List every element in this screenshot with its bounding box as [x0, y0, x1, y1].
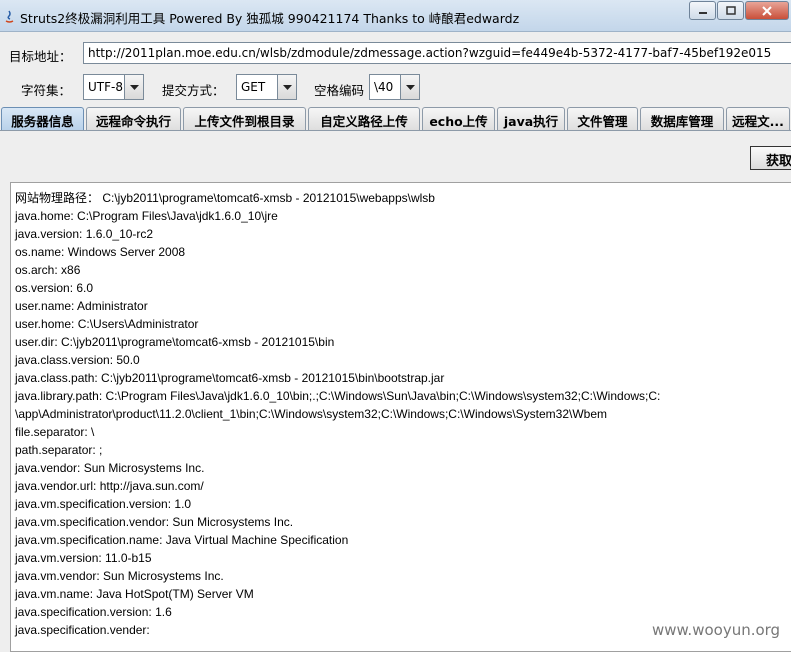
tab-bar: 服务器信息 远程命令执行 上传文件到根目录 自定义路径上传 echo上传 jav… — [0, 107, 791, 130]
charset-value: UTF-8 — [88, 80, 123, 94]
maximize-icon — [725, 6, 736, 15]
method-select[interactable]: GET — [236, 74, 297, 100]
output-line: java.specification.version: 1.6 — [15, 605, 172, 619]
maximize-button[interactable] — [717, 1, 744, 20]
close-button[interactable] — [745, 1, 789, 20]
target-url-input[interactable]: http://2011plan.moe.edu.cn/wlsb/zdmodule… — [83, 42, 791, 64]
output-line: java.vm.specification.vendor: Sun Micros… — [15, 515, 294, 529]
output-line: user.home: C:\Users\Administrator — [15, 317, 199, 331]
tab-java-exec[interactable]: java执行 — [497, 107, 565, 130]
output-line: java.vm.version: 11.0-b15 — [15, 551, 152, 565]
output-line: java.vendor: Sun Microsystems Inc. — [15, 461, 205, 475]
charset-dropdown-button[interactable] — [124, 75, 143, 99]
output-line: path.separator: ; — [15, 443, 103, 457]
chevron-down-icon — [129, 84, 139, 90]
java-app-icon — [5, 10, 14, 23]
close-icon — [762, 5, 772, 16]
output-line: java.library.path: C:\Program Files\Java… — [15, 389, 661, 403]
output-line: user.dir: C:\jyb2011\programe\tomcat6-xm… — [15, 335, 335, 349]
chevron-down-icon — [282, 84, 292, 90]
output-line: java.vm.vendor: Sun Microsystems Inc. — [15, 569, 224, 583]
output-line: \app\Administrator\product\11.2.0\client… — [15, 407, 608, 421]
output-line: java.vendor.url: http://java.sun.com/ — [15, 479, 204, 493]
space-encoding-label: 空格编码 — [314, 83, 365, 98]
charset-select[interactable]: UTF-8 — [83, 74, 144, 100]
space-encoding-dropdown-button[interactable] — [400, 75, 419, 99]
output-line: java.home: C:\Program Files\Java\jdk1.6.… — [15, 209, 278, 223]
output-line: os.name: Windows Server 2008 — [15, 245, 186, 259]
tab-remote-command[interactable]: 远程命令执行 — [86, 107, 181, 130]
tab-file-manager[interactable]: 文件管理 — [567, 107, 638, 130]
method-dropdown-button[interactable] — [277, 75, 296, 99]
output-line: os.version: 6.0 — [15, 281, 94, 295]
server-info-output[interactable]: 网站物理路径： C:\jyb2011\programe\tomcat6-xmsb… — [10, 182, 791, 652]
output-line: java.class.version: 50.0 — [15, 353, 140, 367]
tab-database-manager[interactable]: 数据库管理 — [640, 107, 724, 130]
chevron-down-icon — [405, 84, 415, 90]
target-url-label: 目标地址： — [9, 49, 72, 64]
space-encoding-value: \40 — [374, 80, 394, 94]
tab-remote-file[interactable]: 远程文... — [726, 107, 790, 130]
watermark: www.wooyun.org — [652, 621, 781, 639]
output-line: os.arch: x86 — [15, 263, 81, 277]
tab-server-info[interactable]: 服务器信息 — [1, 107, 84, 130]
tab-echo-upload[interactable]: echo上传 — [422, 107, 495, 130]
tab-custom-path-upload[interactable]: 自定义路径上传 — [308, 107, 420, 130]
minimize-icon — [698, 11, 707, 14]
output-line: file.separator: \ — [15, 425, 95, 439]
output-line: java.class.path: C:\jyb2011\programe\tom… — [15, 371, 445, 385]
tab-upload-root[interactable]: 上传文件到根目录 — [183, 107, 306, 130]
output-line: user.name: Administrator — [15, 299, 148, 313]
minimize-button[interactable] — [689, 1, 716, 20]
output-line: 网站物理路径： C:\jyb2011\programe\tomcat6-xmsb… — [15, 191, 435, 205]
method-value: GET — [241, 80, 266, 94]
output-line: java.vm.specification.name: Java Virtual… — [15, 533, 349, 547]
charset-label: 字符集： — [21, 83, 72, 98]
output-line: java.version: 1.6.0_10-rc2 — [15, 227, 154, 241]
fetch-button[interactable]: 获取 — [750, 146, 791, 170]
space-encoding-select[interactable]: \40 — [369, 74, 420, 100]
output-line: java.vm.specification.version: 1.0 — [15, 497, 192, 511]
output-line: java.specification.vender: — [15, 623, 150, 637]
window-title: Struts2终极漏洞利用工具 Powered By 独孤城 990421174… — [20, 11, 520, 26]
title-bar: Struts2终极漏洞利用工具 Powered By 独孤城 990421174… — [0, 0, 791, 32]
method-label: 提交方式： — [162, 83, 225, 98]
output-line: java.vm.name: Java HotSpot(TM) Server VM — [15, 587, 254, 601]
